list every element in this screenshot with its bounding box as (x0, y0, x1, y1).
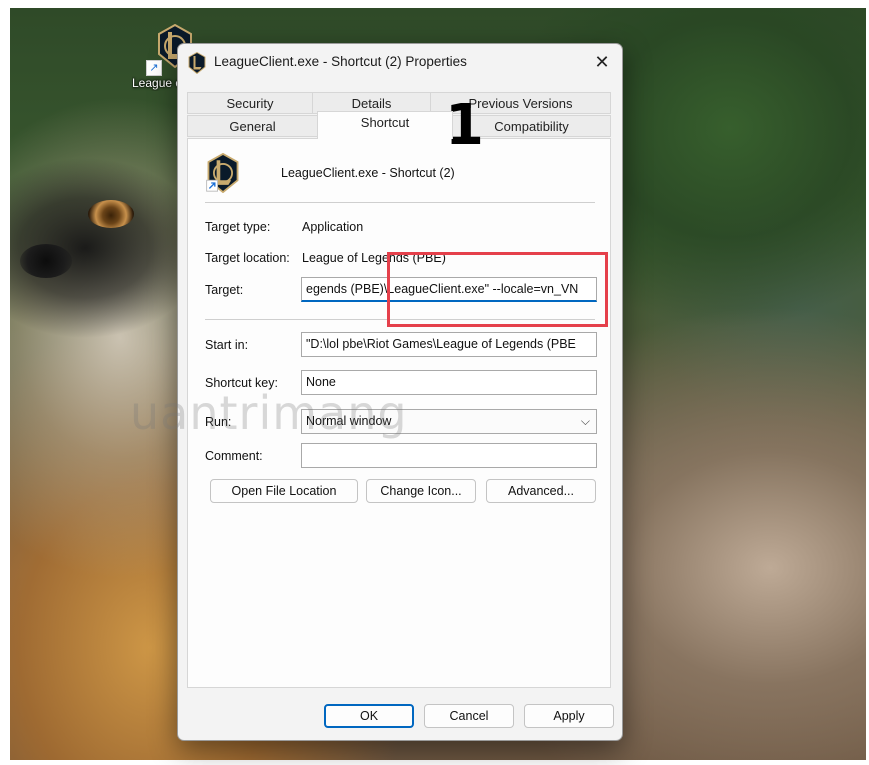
open-file-location-button[interactable]: Open File Location (210, 479, 358, 503)
watermark: uantrimang (130, 386, 408, 440)
advanced-button[interactable]: Advanced... (486, 479, 596, 503)
league-of-legends-icon (206, 152, 242, 194)
close-button[interactable]: ✕ (584, 46, 620, 78)
wallpaper-monkey-eye (88, 200, 134, 228)
close-icon: ✕ (594, 51, 610, 72)
start-in-label: Start in: (205, 338, 249, 352)
tab-security[interactable]: Security (187, 92, 313, 114)
cancel-button[interactable]: Cancel (424, 704, 514, 728)
league-of-legends-icon (188, 51, 208, 75)
target-type-label: Target type: (205, 220, 271, 234)
start-in-input[interactable]: "D:\lol pbe\Riot Games\League of Legends… (301, 332, 597, 357)
target-label: Target: (205, 283, 244, 297)
shortcut-arrow-icon: ↗ (146, 60, 162, 76)
change-icon-button[interactable]: Change Icon... (366, 479, 476, 503)
comment-label: Comment: (205, 449, 263, 463)
tab-general[interactable]: General (187, 115, 318, 137)
target-location-label: Target location: (205, 251, 290, 265)
annotation-highlight-box (387, 252, 608, 327)
shortcut-name: LeagueClient.exe - Shortcut (2) (281, 166, 455, 180)
ok-button[interactable]: OK (324, 704, 414, 728)
wallpaper-monkey-nose (20, 244, 72, 278)
target-type-value: Application (302, 220, 364, 234)
title-bar[interactable]: LeagueClient.exe - Shortcut (2) Properti… (178, 44, 622, 80)
tab-shortcut[interactable]: Shortcut (317, 111, 453, 139)
apply-button[interactable]: Apply (524, 704, 614, 728)
chevron-down-icon: ⌵ (580, 414, 590, 428)
watermark-text: uantrimang (130, 386, 408, 440)
dialog-title: LeagueClient.exe - Shortcut (2) Properti… (214, 54, 467, 69)
divider (205, 202, 595, 203)
comment-input[interactable] (301, 443, 597, 468)
